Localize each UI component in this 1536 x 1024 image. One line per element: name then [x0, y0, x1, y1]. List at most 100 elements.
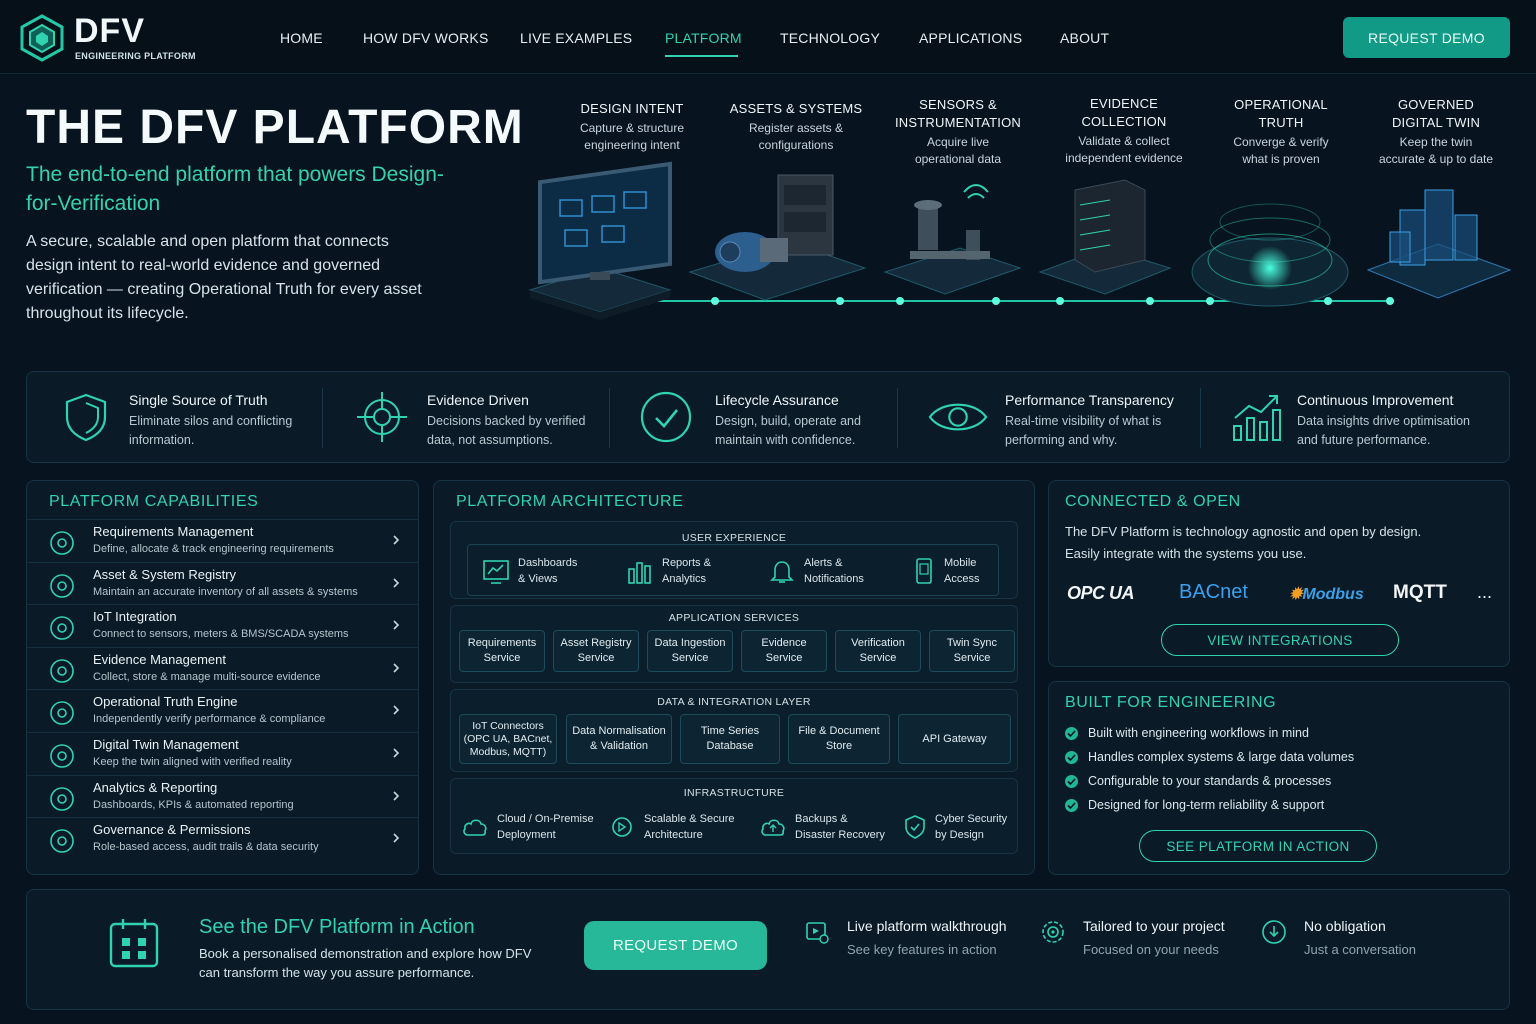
capability-desc: Collect, store & manage multi-source evi… [93, 670, 321, 683]
governance-icon [50, 829, 74, 853]
service-box[interactable]: Verification Service [835, 630, 921, 672]
service-box[interactable]: Asset Registry Service [553, 630, 639, 672]
feature-desc: Data insights drive optimisation and fut… [1297, 414, 1470, 447]
stage-title: EVIDENCE COLLECTION [1081, 96, 1167, 129]
infra-label: Scalable & Secure Architecture [644, 813, 735, 841]
ux-label: Alerts & Notifications [804, 557, 864, 585]
registry-icon [50, 573, 74, 598]
stage-operational-truth: OPERATIONAL TRUTH Converge & verify what… [1206, 96, 1356, 168]
capability-item[interactable]: Governance & Permissions Role-based acce… [27, 817, 419, 860]
capability-item[interactable]: Digital Twin Management Keep the twin al… [27, 732, 419, 775]
digital-twin-icon [1366, 189, 1512, 299]
built-item-label: Built with engineering workflows in mind [1088, 726, 1309, 740]
see-platform-in-action-button[interactable]: SEE PLATFORM IN ACTION [1139, 830, 1377, 862]
data-layer-box[interactable]: IoT Connectors (OPC UA, BACnet, Modbus, … [459, 714, 557, 764]
feature-title: Evidence Driven [427, 392, 529, 408]
nav-applications[interactable]: APPLICATIONS [919, 30, 1022, 46]
infra-label: Backups & Disaster Recovery [795, 813, 885, 841]
service-box[interactable]: Requirements Service [459, 630, 545, 672]
capability-item[interactable]: Asset & System Registry Maintain an accu… [27, 561, 419, 605]
engine-icon [50, 701, 74, 726]
data-layer-box[interactable]: File & Document Store [788, 714, 890, 764]
feature-desc: Real-time visibility of what is performi… [1005, 414, 1162, 447]
infra-cloud: Cloud / On-Premise Deployment [461, 811, 594, 843]
capability-desc: Dashboards, KPIs & automated reporting [93, 798, 294, 811]
arrow-down-circle-icon [1262, 920, 1286, 944]
service-box[interactable]: Twin Sync Service [929, 630, 1015, 672]
feature-desc: Eliminate silos and conflicting informat… [129, 414, 293, 447]
stage-desc: Register assets & configurations [748, 121, 844, 152]
chevron-right-icon[interactable] [389, 746, 403, 760]
layer-user-experience: USER EXPERIENCE Dashboards & Views Repor… [450, 521, 1018, 599]
capability-title: Operational Truth Engine [93, 694, 238, 710]
capability-title: IoT Integration [93, 609, 177, 625]
built-item: Configurable to your standards & process… [1065, 774, 1331, 788]
ux-reports[interactable]: Reports & Analytics [626, 555, 711, 587]
dashboard-icon [483, 560, 509, 584]
brand-name[interactable]: DFV [74, 12, 145, 51]
chevron-right-icon[interactable] [389, 618, 403, 632]
ux-alerts[interactable]: Alerts & Notifications [768, 555, 864, 587]
capability-title: Digital Twin Management [93, 737, 239, 752]
divider [897, 388, 898, 448]
capability-title: Analytics & Reporting [93, 779, 218, 795]
dfv-logo-icon[interactable] [20, 14, 64, 62]
nav-how-dfv-works[interactable]: HOW DFV WORKS [363, 30, 488, 46]
nav-active-indicator [665, 55, 738, 57]
cta-request-demo-button[interactable]: REQUEST DEMO [584, 921, 767, 970]
ux-mobile[interactable]: Mobile Access [912, 555, 979, 587]
perk-desc: Just a conversation [1304, 942, 1417, 957]
capability-title: Requirements Management [93, 524, 254, 539]
data-layer-box[interactable]: API Gateway [898, 714, 1011, 764]
bar-chart-icon [628, 562, 651, 584]
chevron-right-icon[interactable] [389, 661, 403, 675]
capability-desc: Maintain an accurate inventory of all as… [93, 585, 358, 598]
built-item: Built with engineering workflows in mind [1065, 726, 1309, 740]
capability-item[interactable]: Requirements Management Define, allocate… [27, 519, 419, 562]
nav-about[interactable]: ABOUT [1060, 30, 1109, 46]
check-icon [1065, 726, 1078, 740]
panel-heading: CONNECTED & OPEN [1065, 493, 1241, 510]
shield-icon [65, 393, 107, 442]
check-icon [1065, 798, 1078, 812]
bell-icon [770, 561, 794, 583]
panel-heading: PLATFORM ARCHITECTURE [456, 493, 684, 510]
server-rack-icon [1038, 179, 1172, 295]
view-integrations-button[interactable]: VIEW INTEGRATIONS [1161, 624, 1399, 656]
stage-title: ASSETS & SYSTEMS [729, 101, 863, 116]
layer-title: DATA & INTEGRATION LAYER [657, 696, 811, 708]
connected-description: The DFV Platform is technology agnostic … [1065, 524, 1422, 561]
data-layer-box[interactable]: Time Series Database [680, 714, 780, 764]
chevron-right-icon[interactable] [389, 576, 403, 590]
ux-dashboards[interactable]: Dashboards & Views [482, 555, 577, 587]
layer-title: INFRASTRUCTURE [683, 787, 785, 799]
logo-opc-ua: OPC UA [1067, 583, 1135, 603]
feature-title: Lifecycle Assurance [715, 392, 839, 408]
nav-home[interactable]: HOME [280, 30, 323, 46]
built-item: Designed for long-term reliability & sup… [1065, 798, 1324, 812]
capability-title: Asset & System Registry [93, 566, 237, 582]
chevron-right-icon[interactable] [389, 789, 403, 803]
stage-governed-digital-twin: GOVERNED DIGITAL TWIN Keep the twin accu… [1361, 96, 1511, 168]
chevron-right-icon[interactable] [389, 703, 403, 717]
layer-infrastructure: INFRASTRUCTURE Cloud / On-Premise Deploy… [450, 778, 1018, 854]
nav-platform[interactable]: PLATFORM [665, 30, 742, 46]
service-box[interactable]: Data Ingestion Service [647, 630, 733, 672]
request-demo-button[interactable]: REQUEST DEMO [1343, 17, 1510, 58]
feature-strip: Single Source of Truth Eliminate silos a… [26, 371, 1510, 463]
built-item-label: Configurable to your standards & process… [1088, 774, 1332, 788]
evidence-icon [50, 658, 74, 683]
service-box[interactable]: Evidence Service [741, 630, 827, 672]
perk-desc: Focused on your needs [1083, 942, 1219, 957]
capability-item[interactable]: Analytics & Reporting Dashboards, KPIs &… [27, 774, 419, 818]
capability-item[interactable]: IoT Integration Connect to sensors, mete… [27, 604, 419, 647]
perk-desc: See key features in action [847, 942, 997, 957]
nav-live-examples[interactable]: LIVE EXAMPLES [520, 30, 632, 46]
connected-panel: CONNECTED & OPEN The DFV Platform is tec… [1048, 480, 1510, 667]
chevron-right-icon[interactable] [389, 533, 403, 547]
capability-item[interactable]: Operational Truth Engine Independently v… [27, 689, 419, 732]
capability-item[interactable]: Evidence Management Collect, store & man… [27, 646, 419, 690]
nav-technology[interactable]: TECHNOLOGY [780, 30, 880, 46]
chevron-right-icon[interactable] [389, 831, 403, 845]
data-layer-box[interactable]: Data Normalisation & Validation [566, 714, 672, 764]
